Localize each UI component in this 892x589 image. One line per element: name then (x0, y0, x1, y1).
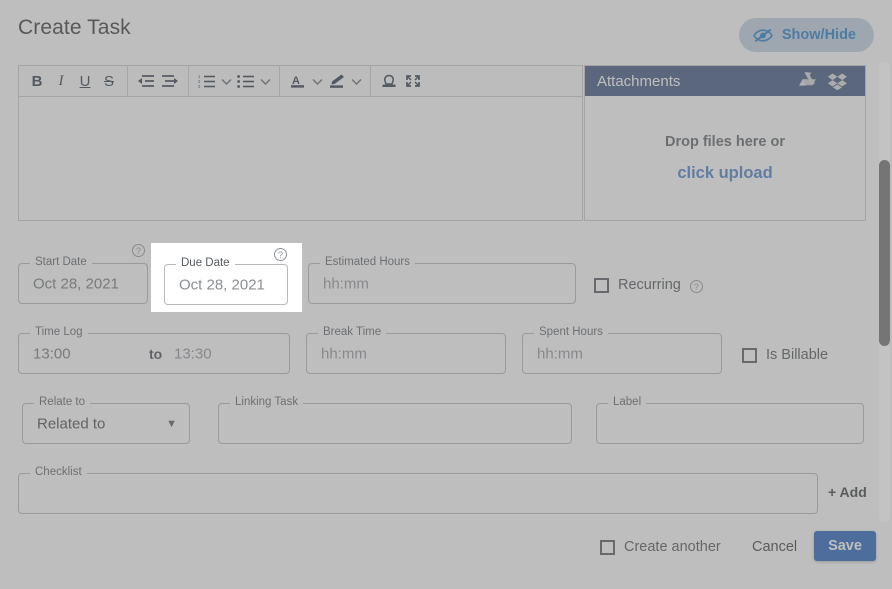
cancel-button[interactable]: Cancel (746, 538, 803, 556)
toolbar-group-misc (371, 66, 431, 97)
editor-toolbar: B I U S 1 2 3 A (19, 65, 582, 97)
break-time-label: Break Time (318, 326, 387, 338)
attachments-title: Attachments (597, 72, 681, 90)
relate-to-value: Related to (37, 415, 106, 432)
svg-text:A: A (292, 75, 300, 87)
attachments-header: Attachments (585, 66, 865, 96)
italic-icon[interactable]: I (49, 68, 73, 94)
save-button[interactable]: Save (814, 531, 876, 561)
show-hide-label: Show/Hide (781, 27, 856, 43)
bold-icon[interactable]: B (25, 68, 49, 94)
toolbar-group-lists: 1 2 3 (189, 65, 280, 97)
label-field-label: Label (608, 396, 647, 408)
spent-hours-label: Spent Hours (534, 326, 608, 338)
due-date-label: Due Date (176, 257, 235, 269)
svg-text:3: 3 (198, 84, 201, 88)
ordered-list-icon[interactable]: 1 2 3 (195, 68, 219, 94)
editor-content-area[interactable] (19, 97, 582, 220)
indent-icon[interactable] (158, 68, 182, 94)
chevron-down-icon[interactable] (219, 68, 234, 94)
underline-icon[interactable]: U (73, 68, 97, 94)
attachments-dropzone[interactable]: Drop files here or click upload (585, 96, 865, 220)
create-another-checkbox[interactable] (600, 539, 615, 555)
linking-task-label: Linking Task (230, 396, 304, 408)
font-color-icon[interactable]: A (286, 68, 310, 94)
label-field[interactable]: Label (596, 396, 864, 444)
due-date-value: Oct 28, 2021 (179, 276, 265, 293)
relate-to-field[interactable]: Relate to Related to ▼ (22, 396, 190, 444)
fullscreen-icon[interactable] (401, 68, 425, 94)
click-upload-link[interactable]: click upload (677, 164, 772, 183)
estimated-hours-field[interactable]: Estimated Hours hh:mm (308, 256, 576, 304)
description-editor: B I U S 1 2 3 A (18, 65, 583, 221)
toolbar-group-color: A (280, 65, 371, 97)
eye-slash-icon (752, 28, 773, 43)
checklist-field[interactable]: Checklist (18, 466, 818, 514)
spent-hours-field[interactable]: Spent Hours hh:mm (522, 326, 722, 374)
start-date-label: Start Date (30, 256, 92, 268)
strikethrough-icon[interactable]: S (97, 68, 121, 94)
page-title: Create Task (18, 16, 131, 39)
break-time-value: hh:mm (321, 345, 367, 362)
create-another-label: Create another (624, 539, 721, 555)
create-task-dialog: Create Task Show/Hide B I U S 1 2 3 A At… (0, 0, 892, 589)
show-hide-button[interactable]: Show/Hide (738, 18, 874, 52)
is-billable-checkbox[interactable] (742, 347, 757, 363)
chevron-down-icon[interactable] (349, 68, 364, 94)
time-log-field[interactable]: Time Log 13:00 to 13:30 (18, 326, 290, 374)
unordered-list-icon[interactable] (234, 68, 258, 94)
is-billable-row: Is Billable (742, 347, 828, 363)
checklist-label: Checklist (30, 466, 87, 478)
estimated-hours-label: Estimated Hours (320, 256, 416, 268)
time-log-label: Time Log (30, 326, 88, 338)
chevron-down-icon[interactable]: ▼ (166, 418, 177, 430)
relate-to-label: Relate to (34, 396, 91, 408)
recurring-row: Recurring ? (594, 277, 703, 293)
due-date-help-icon[interactable]: ? (274, 248, 287, 261)
time-log-separator: to (149, 345, 163, 362)
start-date-field[interactable]: Start Date Oct 28, 2021 (18, 256, 148, 304)
estimated-hours-value: hh:mm (323, 275, 369, 292)
google-drive-icon[interactable] (793, 66, 823, 96)
signature-stamp-icon[interactable] (377, 68, 401, 94)
toolbar-group-indent (128, 65, 189, 97)
due-date-spotlight: Due Date Oct 28, 2021 ? (151, 243, 302, 312)
vertical-scrollbar-thumb[interactable] (879, 160, 890, 346)
spent-hours-value: hh:mm (537, 345, 583, 362)
start-date-help-icon[interactable]: ? (132, 244, 145, 257)
linking-task-field[interactable]: Linking Task (218, 396, 572, 444)
highlight-color-icon[interactable] (325, 68, 349, 94)
recurring-label: Recurring (618, 277, 681, 293)
outdent-icon[interactable] (134, 68, 158, 94)
attachments-panel: Attachments Drop files here or click upl… (584, 65, 866, 221)
start-date-value: Oct 28, 2021 (33, 275, 119, 292)
vertical-scrollbar-track[interactable] (879, 62, 890, 522)
time-log-start-value: 13:00 (33, 345, 71, 362)
recurring-help-icon[interactable]: ? (689, 279, 703, 293)
due-date-field[interactable]: Due Date Oct 28, 2021 (164, 257, 288, 305)
chevron-down-icon[interactable] (310, 68, 325, 94)
toolbar-group-text-style: B I U S (19, 65, 128, 97)
chevron-down-icon[interactable] (258, 68, 273, 94)
create-another-row: Create another (600, 539, 721, 555)
time-log-end-value: 13:30 (174, 345, 212, 362)
break-time-field[interactable]: Break Time hh:mm (306, 326, 506, 374)
dropbox-icon[interactable] (823, 66, 853, 96)
drop-files-label: Drop files here or (664, 133, 786, 150)
is-billable-label: Is Billable (766, 347, 829, 363)
add-checklist-item-button[interactable]: + Add (828, 484, 867, 500)
recurring-checkbox[interactable] (594, 277, 609, 293)
